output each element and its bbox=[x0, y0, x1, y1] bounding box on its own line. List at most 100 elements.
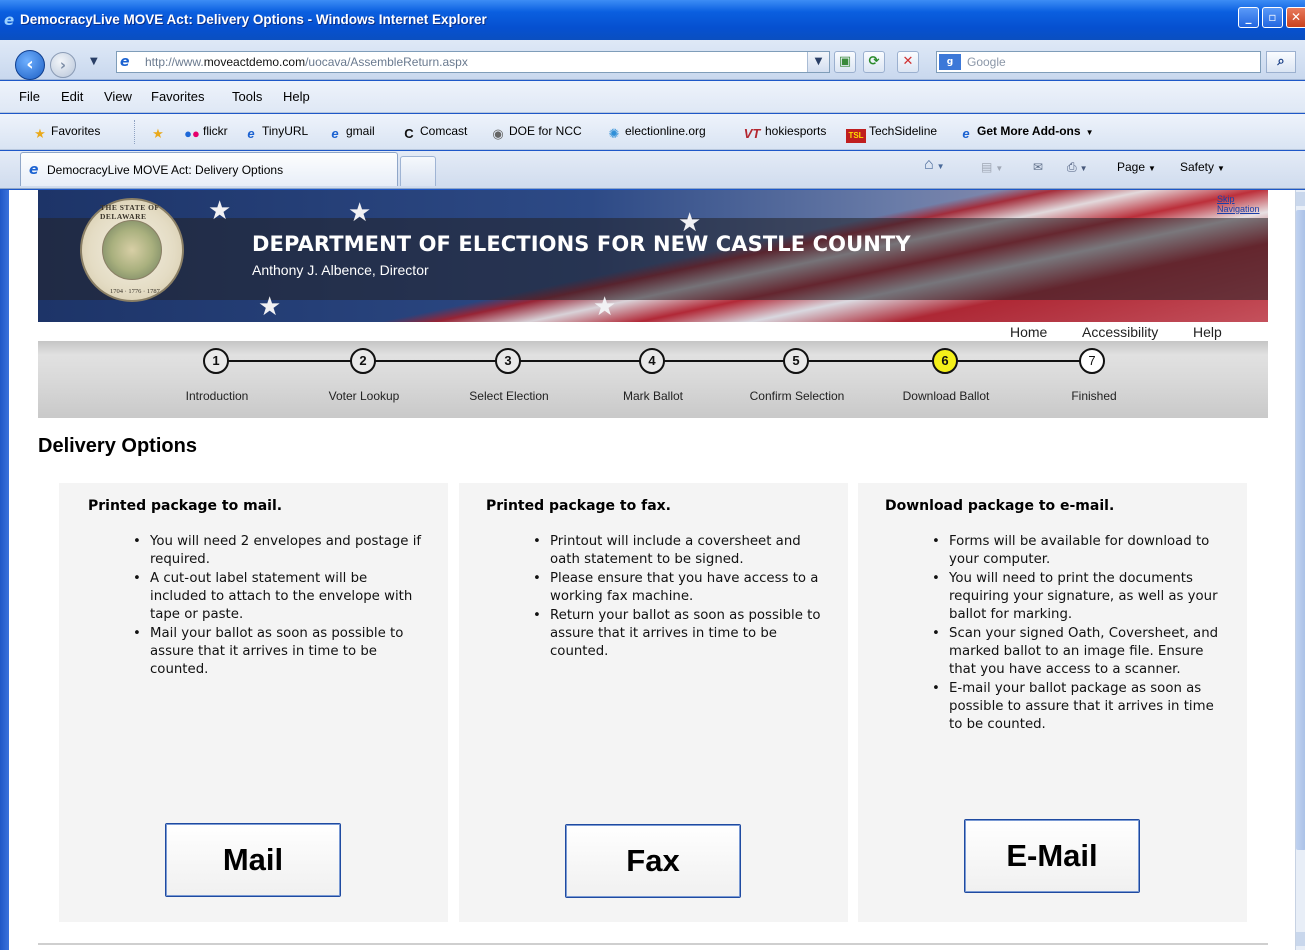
print-icon[interactable]: ⎙ ▼ bbox=[1067, 160, 1088, 175]
step-7-circle: 7 bbox=[1079, 348, 1105, 374]
refresh-icon[interactable]: ⟳ bbox=[863, 51, 885, 73]
menu-view[interactable]: View bbox=[104, 89, 132, 104]
vertical-scrollbar[interactable] bbox=[1295, 190, 1305, 950]
fav-tinyurl[interactable]: e TinyURL bbox=[243, 124, 308, 141]
scroll-down-icon[interactable] bbox=[1296, 932, 1305, 946]
favorites-button[interactable]: ★ Favorites bbox=[32, 124, 100, 141]
step-6-label: Download Ballot bbox=[902, 389, 990, 403]
fax-option-title: Printed package to fax. bbox=[486, 498, 672, 514]
forward-button[interactable]: › bbox=[50, 52, 76, 78]
step-3-label: Select Election bbox=[469, 389, 549, 403]
mail-button[interactable]: Mail bbox=[165, 823, 341, 897]
scroll-up-icon[interactable] bbox=[1296, 192, 1305, 206]
list-item: Printout will include a coversheet and o… bbox=[533, 533, 823, 569]
fax-option-bullets: Printout will include a coversheet and o… bbox=[533, 533, 823, 662]
home-link[interactable]: Home bbox=[1010, 324, 1047, 340]
menu-favorites[interactable]: Favorites bbox=[151, 89, 204, 104]
star-icon: ★ bbox=[34, 126, 46, 141]
minimize-button[interactable]: _ bbox=[1238, 7, 1259, 28]
fav-get-more-addons[interactable]: e Get More Add-ons ▼ bbox=[958, 124, 1093, 141]
desktop-edge bbox=[0, 190, 9, 950]
skip-navigation-link[interactable]: Skip Navigation bbox=[1217, 194, 1268, 214]
favorites-separator bbox=[134, 120, 135, 144]
step-5-circle: 5 bbox=[783, 348, 809, 374]
recent-pages-dropdown-icon[interactable]: ▼ bbox=[90, 56, 98, 67]
fax-button[interactable]: Fax bbox=[565, 824, 741, 898]
list-item: Return your ballot as soon as possible t… bbox=[533, 607, 823, 661]
list-item: You will need to print the documents req… bbox=[932, 570, 1222, 624]
fav-gmail[interactable]: e gmail bbox=[327, 124, 374, 141]
fav-hokiesports[interactable]: VT hokiesports bbox=[742, 124, 827, 141]
tab-title: DemocracyLive MOVE Act: Delivery Options bbox=[47, 163, 284, 177]
menu-tools[interactable]: Tools bbox=[232, 89, 262, 104]
banner-star-icon: ★ bbox=[208, 196, 232, 226]
tsl-logo-icon: TSL bbox=[846, 129, 866, 143]
fax-option-card: Printed package to fax. Printout will in… bbox=[459, 483, 848, 922]
close-window-button[interactable]: ✕ bbox=[1286, 7, 1305, 28]
window-titlebar: e DemocracyLive MOVE Act: Delivery Optio… bbox=[0, 0, 1305, 40]
menu-file[interactable]: File bbox=[19, 89, 40, 104]
header-banner: ★ ★ ★ ★ ★ THE STATE OF DELAWARE 1704 · 1… bbox=[38, 190, 1268, 322]
search-box[interactable]: g Google bbox=[936, 51, 1261, 73]
director-name: Anthony J. Albence, Director bbox=[252, 262, 429, 278]
list-item: A cut-out label statement will be includ… bbox=[133, 570, 423, 624]
step-2-label: Voter Lookup bbox=[328, 389, 400, 403]
compatibility-view-icon[interactable]: ▣ bbox=[834, 51, 856, 73]
read-mail-icon[interactable]: ✉ bbox=[1033, 160, 1043, 174]
page-menu[interactable]: Page ▼ bbox=[1117, 160, 1156, 174]
vt-logo-icon: VT bbox=[743, 126, 761, 141]
menu-edit[interactable]: Edit bbox=[61, 89, 83, 104]
menu-bar: File Edit View Favorites Tools Help bbox=[0, 81, 1305, 113]
fav-techsideline[interactable]: TSL TechSideline bbox=[846, 124, 937, 143]
list-item: Scan your signed Oath, Coversheet, and m… bbox=[932, 625, 1222, 679]
fav-flickr[interactable]: ●● flickr bbox=[184, 124, 228, 141]
page-bottom-rule bbox=[38, 943, 1268, 945]
banner-star-icon: ★ bbox=[258, 292, 282, 322]
new-tab-button[interactable] bbox=[400, 156, 436, 186]
progress-steps: 1 Introduction 2 Voter Lookup 3 Select E… bbox=[38, 341, 1268, 418]
fav-electionline[interactable]: ✺ electionline.org bbox=[606, 124, 706, 141]
step-2-circle: 2 bbox=[350, 348, 376, 374]
email-option-bullets: Forms will be available for download to … bbox=[932, 533, 1222, 735]
accessibility-link[interactable]: Accessibility bbox=[1082, 324, 1158, 340]
list-item: Mail your ballot as soon as possible to … bbox=[133, 625, 423, 679]
page-viewport: ★ ★ ★ ★ ★ THE STATE OF DELAWARE 1704 · 1… bbox=[9, 190, 1295, 950]
address-url[interactable]: http://www.moveactdemo.com/uocava/Assemb… bbox=[145, 55, 468, 69]
step-6-circle-current: 6 bbox=[932, 348, 958, 374]
mail-option-bullets: You will need 2 envelopes and postage if… bbox=[133, 533, 423, 680]
seal-text: THE STATE OF DELAWARE bbox=[100, 203, 160, 221]
address-bar[interactable]: e http://www.moveactdemo.com/uocava/Asse… bbox=[116, 51, 830, 73]
email-option-title: Download package to e-mail. bbox=[885, 498, 1115, 514]
maximize-button[interactable]: ▫ bbox=[1262, 7, 1283, 28]
address-dropdown-icon[interactable]: ▼ bbox=[807, 52, 829, 72]
page-title: Delivery Options bbox=[38, 435, 197, 457]
comcast-icon: C bbox=[404, 126, 414, 141]
add-to-favorites-icon[interactable]: ★ bbox=[150, 124, 169, 141]
list-item: Forms will be available for download to … bbox=[932, 533, 1222, 569]
step-1-circle: 1 bbox=[203, 348, 229, 374]
feeds-icon[interactable]: ▤ ▼ bbox=[981, 160, 1003, 174]
step-3-circle: 3 bbox=[495, 348, 521, 374]
electionline-icon: ✺ bbox=[608, 126, 620, 141]
fav-comcast[interactable]: C Comcast bbox=[401, 124, 467, 141]
mail-option-title: Printed package to mail. bbox=[88, 498, 283, 514]
scrollbar-thumb[interactable] bbox=[1296, 210, 1305, 850]
fav-doe-ncc[interactable]: ◉ DOE for NCC bbox=[490, 124, 581, 141]
step-4-circle: 4 bbox=[639, 348, 665, 374]
back-button[interactable]: ‹ bbox=[15, 50, 45, 80]
step-4-label: Mark Ballot bbox=[622, 389, 684, 403]
tab-delivery-options[interactable]: e DemocracyLive MOVE Act: Delivery Optio… bbox=[20, 152, 398, 186]
search-button[interactable]: ⌕ bbox=[1266, 51, 1296, 73]
search-input[interactable]: Google bbox=[967, 55, 1006, 69]
home-icon[interactable]: ⌂ ▼ bbox=[924, 156, 945, 174]
flickr-icon: ●● bbox=[184, 126, 200, 141]
stop-icon[interactable]: ✕ bbox=[897, 51, 919, 73]
page-icon: e bbox=[120, 54, 130, 70]
menu-help[interactable]: Help bbox=[283, 89, 310, 104]
doe-seal-icon: ◉ bbox=[492, 126, 504, 141]
safety-menu[interactable]: Safety ▼ bbox=[1180, 160, 1225, 174]
help-link[interactable]: Help bbox=[1193, 324, 1222, 340]
google-search-icon: g bbox=[939, 54, 961, 70]
list-item: Please ensure that you have access to a … bbox=[533, 570, 823, 606]
email-button[interactable]: E-Mail bbox=[964, 819, 1140, 893]
